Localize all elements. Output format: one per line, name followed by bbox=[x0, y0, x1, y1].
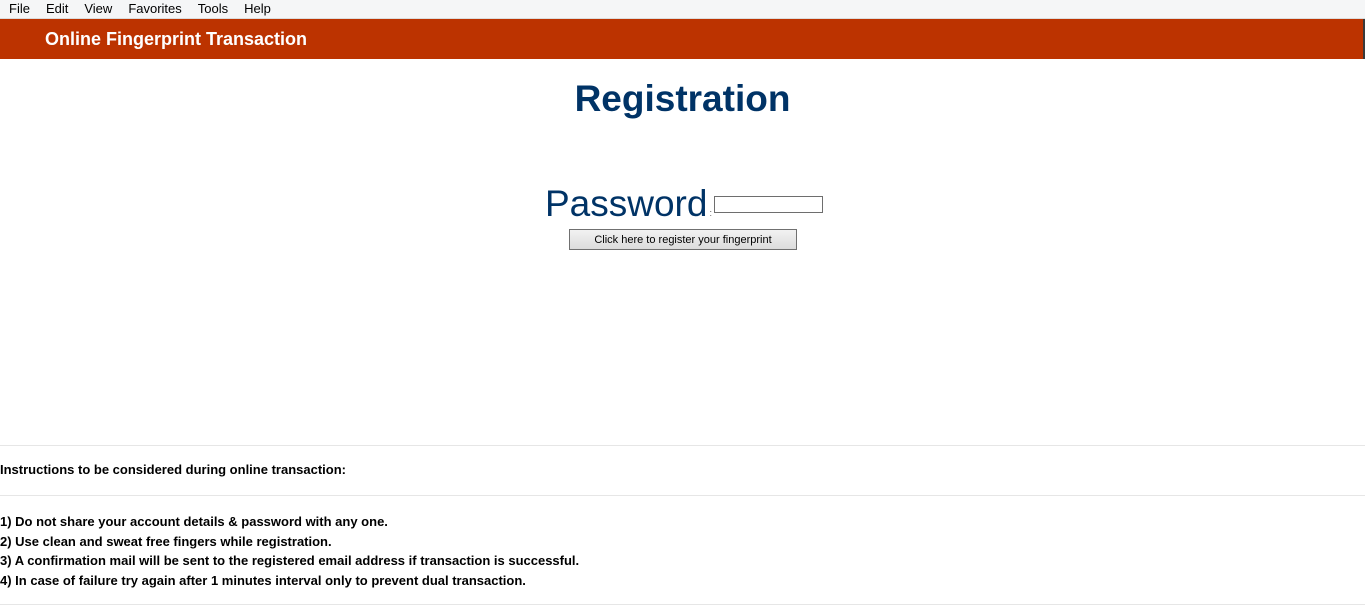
password-colon: : bbox=[709, 208, 712, 218]
instruction-item: 3) A confirmation mail will be sent to t… bbox=[0, 553, 580, 568]
instructions-list: 1) Do not share your account details & p… bbox=[0, 512, 579, 590]
instruction-item: 4) In case of failure try again after 1 … bbox=[0, 572, 526, 588]
divider-bottom bbox=[0, 604, 1365, 605]
menu-bar: File Edit View Favorites Tools Help bbox=[0, 0, 1365, 19]
header-banner: Online Fingerprint Transaction bbox=[0, 19, 1365, 59]
menu-file[interactable]: File bbox=[0, 0, 38, 18]
menu-view[interactable]: View bbox=[76, 0, 120, 18]
divider-middle bbox=[0, 495, 1365, 496]
instruction-item: 1) Do not share your account details & p… bbox=[0, 514, 388, 529]
password-input[interactable] bbox=[713, 195, 823, 213]
register-fingerprint-button[interactable]: Click here to register your fingerprint bbox=[569, 229, 797, 250]
site-title: Online Fingerprint Transaction bbox=[45, 29, 308, 49]
menu-tools[interactable]: Tools bbox=[190, 0, 236, 18]
instruction-item: 2) Use clean and sweat free fingers whil… bbox=[0, 533, 332, 549]
password-row: Password : bbox=[545, 183, 823, 225]
menu-help[interactable]: Help bbox=[236, 0, 279, 18]
divider-top bbox=[0, 445, 1365, 446]
menu-edit[interactable]: Edit bbox=[38, 0, 76, 18]
menu-favorites[interactable]: Favorites bbox=[120, 0, 189, 18]
page-title: Registration bbox=[574, 78, 791, 119]
instructions-heading: Instructions to be considered during onl… bbox=[0, 462, 346, 477]
password-label: Password bbox=[545, 183, 708, 224]
